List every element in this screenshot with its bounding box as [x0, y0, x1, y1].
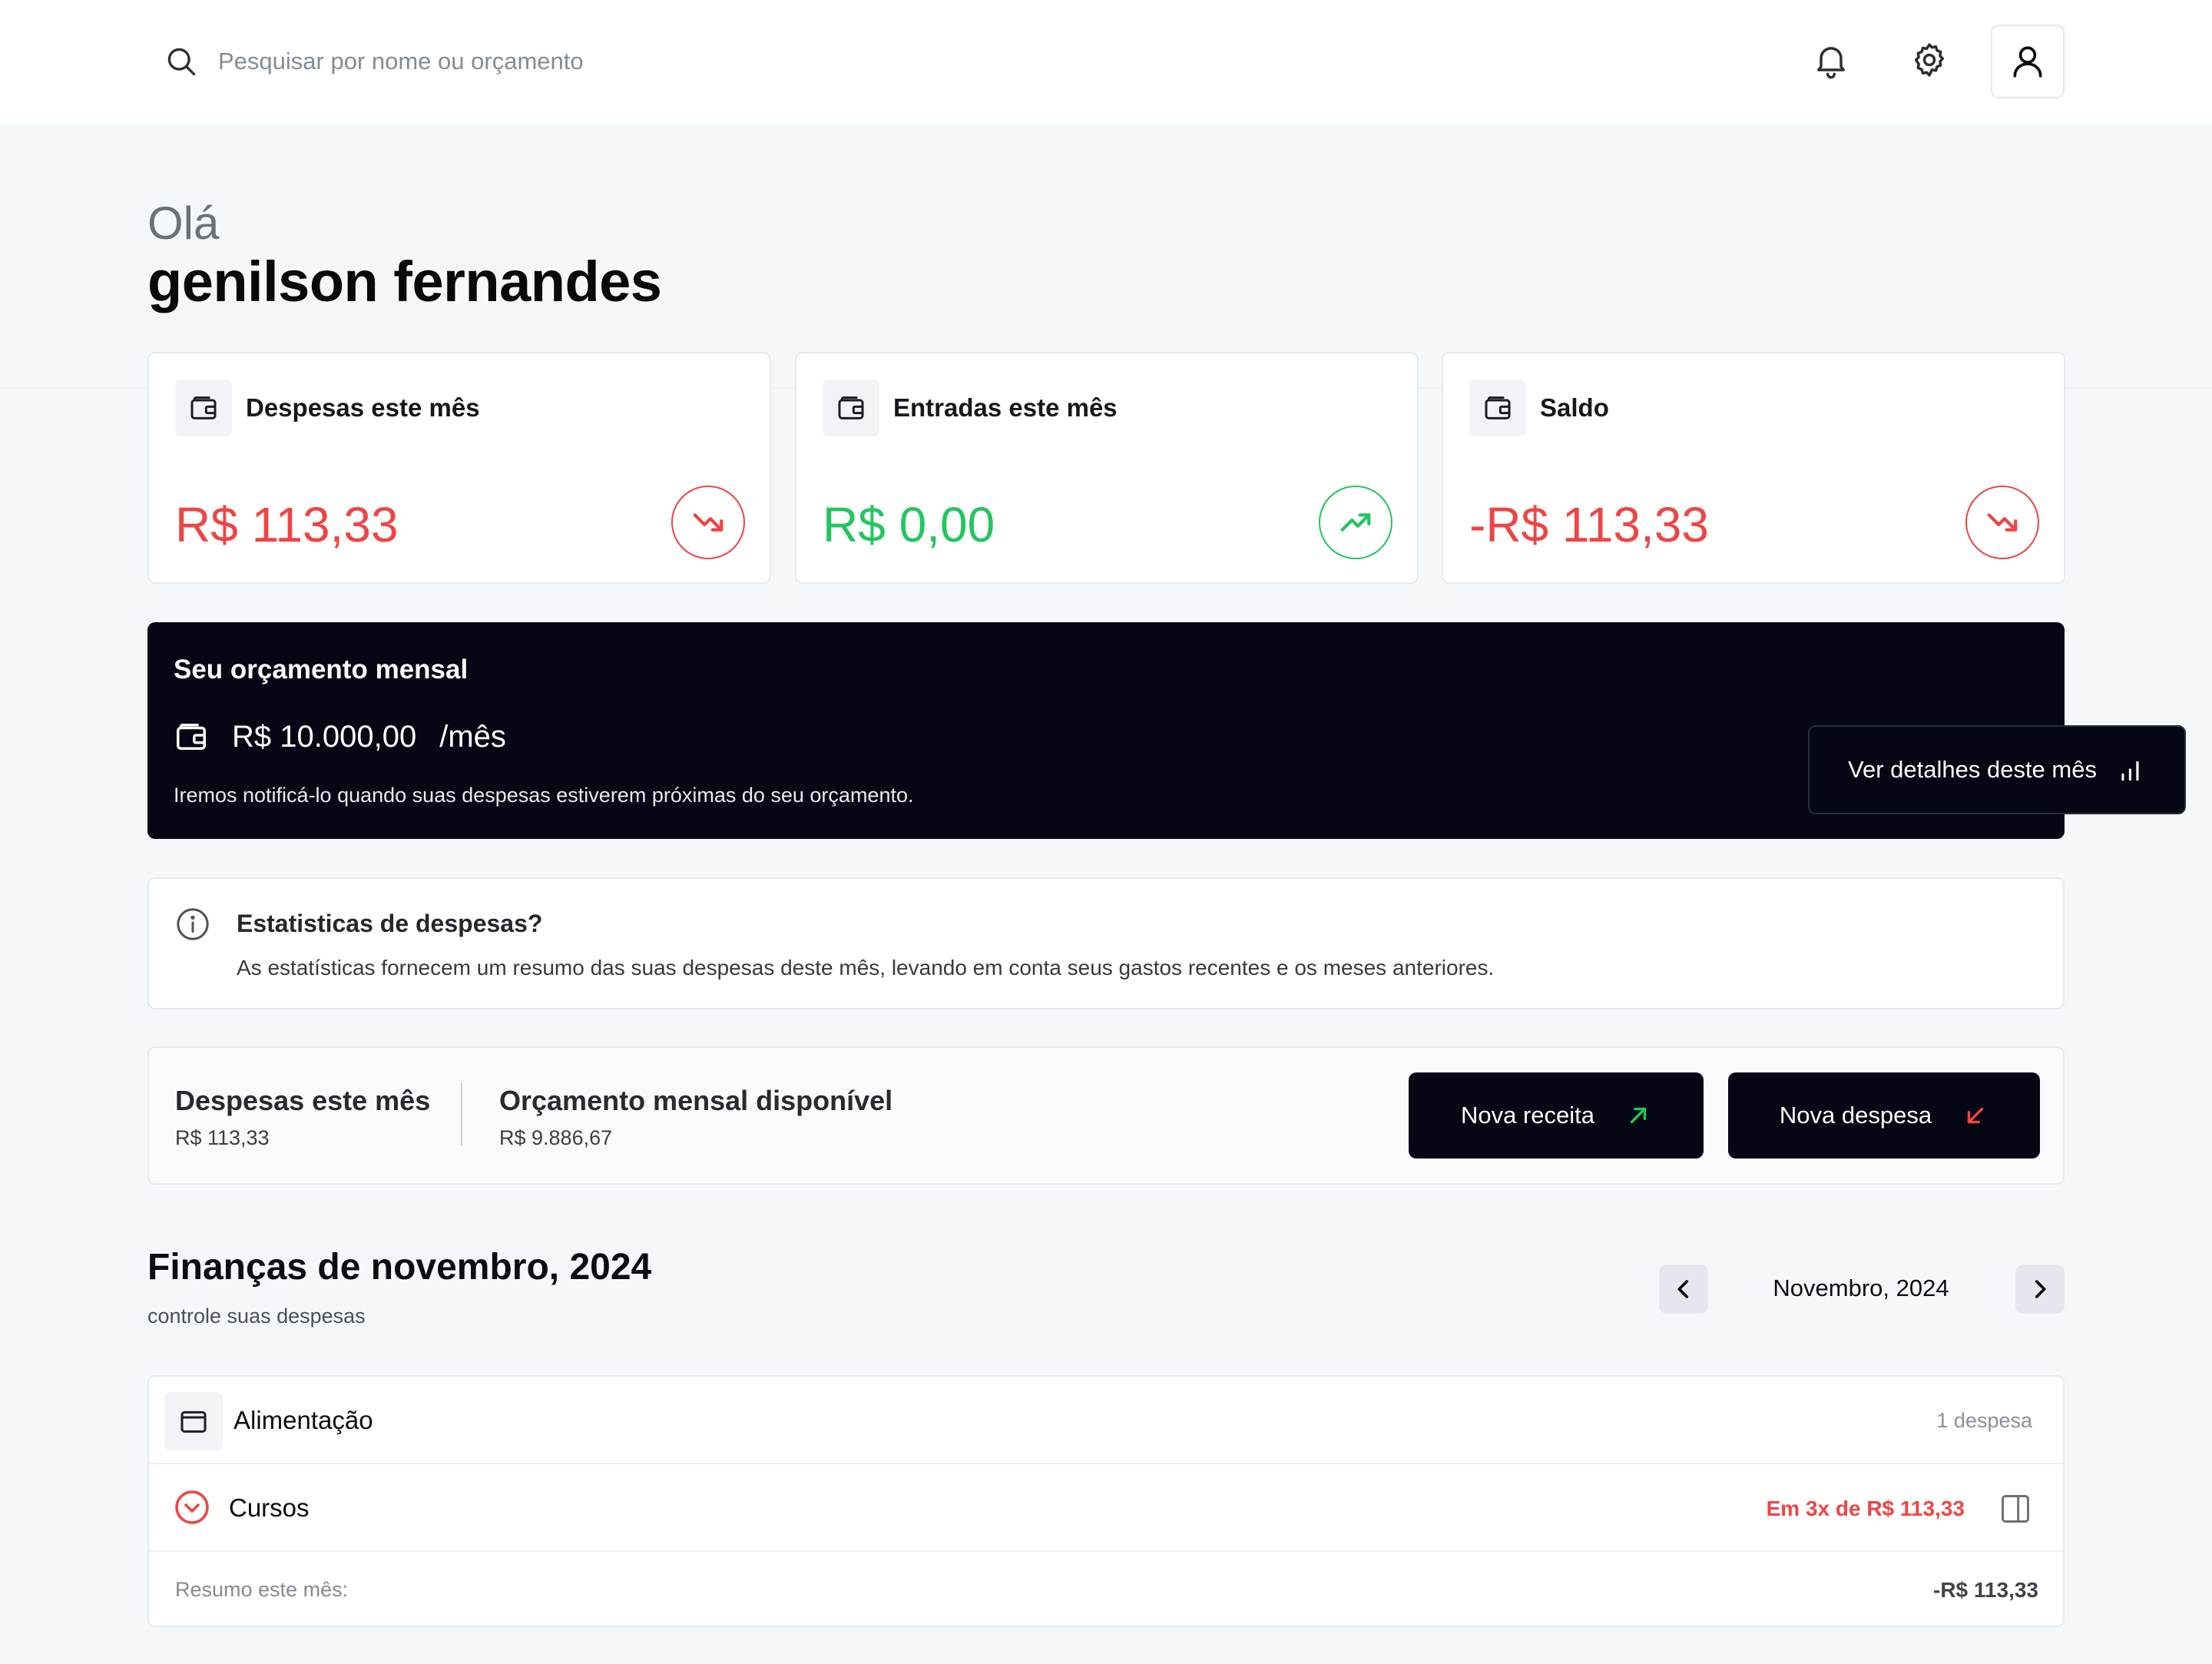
card-income: Entradas este mês R$ 0,00 — [795, 352, 1419, 584]
available-value: R$ 9.886,67 — [499, 1126, 613, 1149]
new-expense-label: Nova despesa — [1779, 1102, 1932, 1129]
top-bar: Pesquisar por nome ou orçamento — [0, 0, 2212, 123]
info-title: Estatisticas de despesas? — [237, 910, 543, 937]
greeting-text: Olá — [147, 197, 220, 249]
bell-icon — [1817, 47, 1845, 79]
chevron-right-icon — [2035, 1280, 2046, 1298]
finances-title: Finanças de novembro, 2024 — [147, 1247, 652, 1288]
expenses-label: Despesas este mês — [175, 1085, 431, 1116]
budget-amount-row: R$ 10.000,00 /mês — [174, 719, 506, 754]
notifications-button[interactable] — [1811, 40, 1851, 80]
wallet-icon — [823, 380, 879, 436]
card-amount: -R$ 113,33 — [1469, 497, 1709, 552]
expenses-value: R$ 113,33 — [175, 1126, 270, 1149]
finances-subtitle: controle suas despesas — [147, 1304, 366, 1328]
card-title: Despesas este mês — [246, 393, 480, 422]
summary-label: Resumo este mês: — [175, 1578, 349, 1601]
wallet-icon — [177, 723, 206, 751]
next-month-button[interactable] — [2015, 1265, 2065, 1314]
card-amount: R$ 113,33 — [175, 497, 399, 552]
available-budget-summary: Orçamento mensal disponível R$ 9.886,67 — [499, 1085, 892, 1150]
user-icon — [2013, 46, 2042, 78]
new-income-button[interactable]: Nova receita — [1409, 1072, 1704, 1159]
expenses-list: Alimentação 1 despesa Cursos Em 3x de R$… — [147, 1375, 2065, 1627]
category-count: 1 despesa — [1936, 1409, 2032, 1432]
budget-amount: R$ 10.000,00 — [232, 719, 417, 754]
current-month-label: Novembro, 2024 — [1773, 1275, 1949, 1301]
previous-month-button[interactable] — [1659, 1265, 1708, 1314]
profile-button[interactable] — [1991, 25, 2065, 98]
monthly-budget-banner: Seu orçamento mensal R$ 10.000,00 /mês I… — [147, 622, 2186, 839]
category-name: Alimentação — [233, 1406, 373, 1434]
search-bar[interactable]: Pesquisar por nome ou orçamento — [164, 41, 584, 81]
wallet-icon — [164, 1392, 223, 1450]
view-month-details-button[interactable]: Ver detalhes deste mês — [1808, 725, 2186, 814]
card-amount: R$ 0,00 — [823, 497, 995, 552]
month-summary-row: Resumo este mês: -R$ 113,33 — [149, 1552, 2063, 1626]
budget-note: Iremos notificá-lo quando suas despesas … — [174, 784, 914, 807]
user-name: genilson fernandes — [147, 250, 662, 313]
item-name: Cursos — [229, 1493, 310, 1522]
wallet-icon — [175, 380, 232, 436]
item-amount: Em 3x de R$ 113,33 — [1766, 1497, 1965, 1520]
gear-icon — [1914, 43, 1945, 77]
category-row[interactable]: Alimentação 1 despesa — [149, 1377, 2063, 1464]
arrow-down-left-icon — [1967, 1107, 1984, 1124]
arrow-up-right-icon — [1630, 1107, 1647, 1124]
budget-unit: /mês — [439, 719, 506, 754]
new-expense-button[interactable]: Nova despesa — [1728, 1072, 2040, 1159]
trend-down-icon — [671, 486, 745, 559]
card-expenses: Despesas este mês R$ 113,33 — [147, 352, 771, 584]
chevron-down-circle-icon[interactable] — [174, 1489, 210, 1526]
available-label: Orçamento mensal disponível — [499, 1085, 893, 1116]
view-details-label: Ver detalhes deste mês — [1848, 756, 2097, 783]
summary-value: -R$ 113,33 — [1933, 1578, 2038, 1602]
card-title: Entradas este mês — [893, 393, 1118, 422]
info-icon — [177, 908, 209, 940]
panel-toggle-icon[interactable] — [1998, 1492, 2032, 1526]
summary-bar: Despesas este mês R$ 113,33 Orçamento me… — [147, 1046, 2065, 1185]
wallet-icon — [1469, 380, 1526, 436]
settings-button[interactable] — [1909, 40, 1949, 80]
trend-down-icon — [1965, 486, 2039, 559]
divider — [461, 1083, 462, 1146]
bar-chart-icon — [2121, 761, 2139, 781]
search-icon — [167, 48, 196, 76]
new-income-label: Nova receita — [1460, 1102, 1595, 1129]
chevron-left-icon — [1677, 1280, 1689, 1298]
card-balance: Saldo -R$ 113,33 — [1442, 352, 2065, 584]
expenses-summary: Despesas este mês R$ 113,33 — [175, 1085, 430, 1150]
trend-up-icon — [1319, 486, 1392, 559]
card-title: Saldo — [1540, 393, 1609, 422]
list-item[interactable]: Cursos Em 3x de R$ 113,33 — [149, 1464, 2063, 1552]
info-text: As estatísticas fornecem um resumo das s… — [237, 956, 1495, 980]
budget-title: Seu orçamento mensal — [174, 655, 469, 684]
statistics-info-box: Estatisticas de despesas? As estatística… — [147, 877, 2065, 1009]
search-input[interactable]: Pesquisar por nome ou orçamento — [218, 48, 584, 75]
